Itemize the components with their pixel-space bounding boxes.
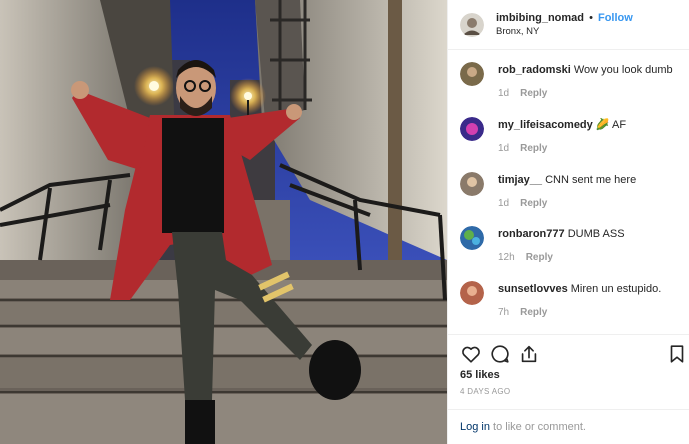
commenter-avatar[interactable] bbox=[460, 226, 484, 250]
author-username[interactable]: imbibing_nomad bbox=[496, 12, 584, 24]
comment-text: DUMB ASS bbox=[567, 228, 625, 240]
comment-username[interactable]: rob_radomski bbox=[498, 64, 571, 76]
post-image bbox=[0, 0, 447, 444]
login-prompt-bar: Log in to like or comment. bbox=[448, 409, 689, 444]
like-count[interactable]: 65 likes bbox=[460, 369, 500, 381]
comment-time[interactable]: 1d bbox=[498, 88, 509, 99]
post-side-panel: imbibing_nomad • Follow Bronx, NY rob_ra… bbox=[447, 0, 689, 444]
follow-button[interactable]: Follow bbox=[598, 12, 633, 24]
comment-time[interactable]: 7h bbox=[498, 307, 509, 318]
comment-username[interactable]: ronbaron777 bbox=[498, 228, 565, 240]
reply-button[interactable]: Reply bbox=[520, 143, 547, 154]
post-location[interactable]: Bronx, NY bbox=[496, 25, 633, 38]
post-photo[interactable] bbox=[0, 0, 447, 444]
commenter-avatar[interactable] bbox=[460, 281, 484, 305]
reply-button[interactable]: Reply bbox=[520, 198, 547, 209]
comment-time[interactable]: 1d bbox=[498, 198, 509, 209]
login-link[interactable]: Log in bbox=[460, 421, 490, 433]
heart-icon[interactable] bbox=[460, 343, 482, 365]
comment-icon[interactable] bbox=[489, 343, 511, 365]
reply-button[interactable]: Reply bbox=[520, 307, 547, 318]
comment-text: Wow you look dumb bbox=[573, 64, 673, 76]
reply-button[interactable]: Reply bbox=[526, 252, 553, 263]
post-timestamp[interactable]: 4 DAYS AGO bbox=[460, 387, 510, 396]
reply-button[interactable]: Reply bbox=[520, 88, 547, 99]
bookmark-icon[interactable] bbox=[666, 343, 688, 365]
action-bar bbox=[460, 343, 684, 367]
comment-username[interactable]: sunsetlovves bbox=[498, 283, 568, 295]
comment-username[interactable]: timjay__ bbox=[498, 174, 542, 186]
share-icon[interactable] bbox=[518, 343, 540, 365]
commenter-avatar[interactable] bbox=[460, 62, 484, 86]
comment-username[interactable]: my_lifeisacomedy bbox=[498, 119, 593, 131]
commenter-avatar[interactable] bbox=[460, 172, 484, 196]
post-actions: 65 likes 4 DAYS AGO Log in to like or co… bbox=[448, 334, 689, 444]
comment-time[interactable]: 12h bbox=[498, 252, 515, 263]
post-header: imbibing_nomad • Follow Bronx, NY bbox=[448, 0, 689, 50]
login-prompt: Log in to like or comment. bbox=[460, 421, 586, 433]
comment-time[interactable]: 1d bbox=[498, 143, 509, 154]
commenter-avatar[interactable] bbox=[460, 117, 484, 141]
login-prompt-text: to like or comment. bbox=[489, 421, 586, 433]
comment-list[interactable]: rob_radomski Wow you look dumb 1d Reply m… bbox=[448, 52, 689, 334]
comment-text: CNN sent me here bbox=[545, 174, 637, 186]
comment-text: 🌽 AF bbox=[595, 119, 627, 131]
comment-text: Miren un estupido. bbox=[570, 283, 662, 295]
header-separator: • bbox=[589, 11, 593, 24]
author-avatar[interactable] bbox=[460, 12, 484, 37]
